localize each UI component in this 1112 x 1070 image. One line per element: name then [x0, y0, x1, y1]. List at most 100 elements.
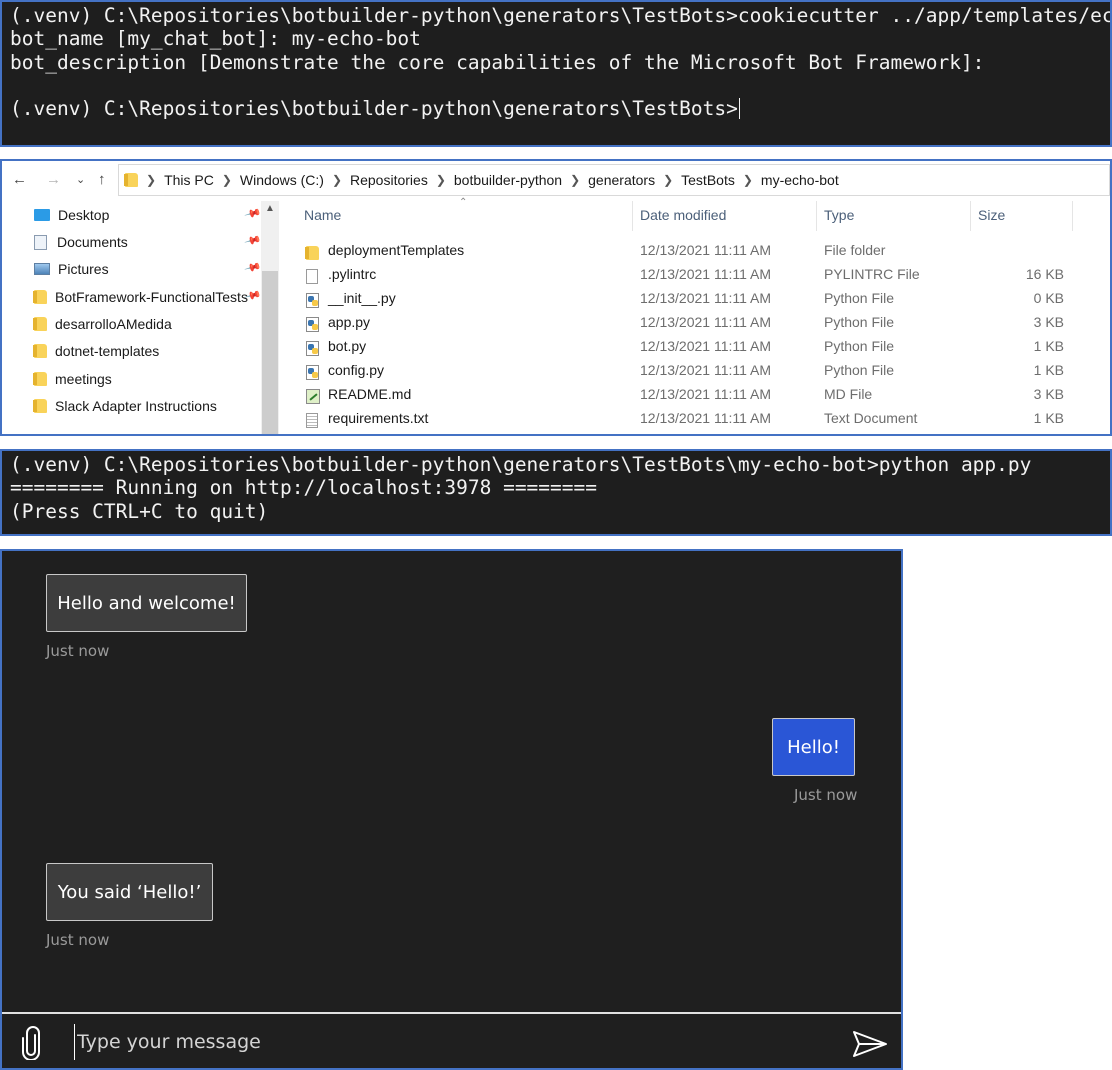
column-header-type[interactable]: Type [824, 207, 854, 223]
chevron-right-icon[interactable]: ❯ [743, 173, 753, 187]
file-name: config.py [328, 362, 385, 378]
file-type: File folder [824, 242, 886, 258]
file-type: Text Document [824, 410, 918, 426]
file-row[interactable]: app.py 12/13/2021 11:11 AM Python File 3… [292, 310, 1072, 334]
breadcrumb-item[interactable]: Windows (C:) [240, 172, 324, 188]
file-list: ⌃ Name Date modified Type Size deploymen… [292, 197, 1110, 434]
file-size: 0 KB [1033, 290, 1064, 306]
file-name: app.py [328, 314, 371, 330]
column-header-size[interactable]: Size [978, 207, 1005, 223]
file-date: 12/13/2021 11:11 AM [640, 362, 772, 378]
file-row[interactable]: README.md 12/13/2021 11:11 AM MD File 3 … [292, 382, 1072, 406]
pin-icon[interactable]: 📌 [244, 231, 262, 249]
send-icon[interactable] [852, 1030, 888, 1058]
nav-item-botframework-functionaltests[interactable]: BotFramework-FunctionalTests [33, 286, 248, 308]
message-text: Hello! [787, 736, 840, 758]
file-date: 12/13/2021 11:11 AM [640, 242, 772, 258]
terminal-python-app[interactable]: (.venv) C:\Repositories\botbuilder-pytho… [0, 449, 1112, 536]
file-date: 12/13/2021 11:11 AM [640, 290, 772, 306]
pin-icon[interactable]: 📌 [244, 204, 262, 222]
file-name: README.md [328, 386, 412, 402]
file-row[interactable]: deploymentTemplates 12/13/2021 11:11 AM … [292, 238, 1072, 262]
address-bar[interactable]: ❯ This PC ❯ Windows (C:) ❯ Repositories … [118, 164, 1110, 196]
terminal-line: (Press CTRL+C to quit) [10, 499, 269, 523]
webchat-window: Hello and welcome! Just now Hello! Just … [0, 549, 903, 1070]
column-divider[interactable] [632, 201, 633, 231]
back-arrow-icon[interactable]: ← [12, 171, 27, 188]
message-text: You said ‘Hello!’ [57, 881, 202, 903]
file-row[interactable]: .pylintrc 12/13/2021 11:11 AM PYLINTRC F… [292, 262, 1072, 286]
nav-item-desktop[interactable]: Desktop [34, 204, 109, 226]
nav-item-label: Desktop [58, 207, 110, 223]
file-type: Python File [824, 290, 895, 306]
file-date: 12/13/2021 11:11 AM [640, 386, 772, 402]
nav-item-dotnet-templates[interactable]: dotnet-templates [33, 340, 159, 362]
file-type: Python File [824, 314, 895, 330]
chevron-right-icon[interactable]: ❯ [332, 173, 342, 187]
terminal-prompt: (.venv) C:\Repositories\botbuilder-pytho… [10, 97, 738, 121]
nav-item-pictures[interactable]: Pictures [34, 258, 109, 280]
chevron-right-icon[interactable]: ❯ [663, 173, 673, 187]
column-divider[interactable] [970, 201, 971, 231]
up-arrow-icon[interactable]: ↑ [98, 171, 106, 188]
nav-item-label: Pictures [58, 261, 109, 277]
file-row[interactable]: bot.py 12/13/2021 11:11 AM Python File 1… [292, 334, 1072, 358]
column-divider[interactable] [1072, 201, 1073, 231]
file-name: bot.py [328, 338, 367, 354]
column-divider[interactable] [816, 201, 817, 231]
file-size: 16 KB [1025, 266, 1064, 282]
nav-item-slack-adapter-instructions[interactable]: Slack Adapter Instructions [33, 395, 217, 417]
terminal-line: bot_description [Demonstrate the core ca… [10, 50, 985, 74]
breadcrumb-item-current[interactable]: my-echo-bot [761, 172, 839, 188]
file-name: __init__.py [328, 290, 396, 306]
terminal-prompt-line: (.venv) C:\Repositories\botbuilder-pytho… [10, 97, 1110, 120]
file-date: 12/13/2021 11:11 AM [640, 314, 772, 330]
paperclip-icon[interactable] [20, 1026, 42, 1060]
terminal-cookiecutter[interactable]: (.venv) C:\Repositories\botbuilder-pytho… [0, 0, 1112, 147]
file-date: 12/13/2021 11:11 AM [640, 410, 772, 426]
file-type: Python File [824, 362, 895, 378]
message-input[interactable] [74, 1024, 814, 1060]
nav-item-documents[interactable]: Documents [34, 231, 128, 253]
file-name: requirements.txt [328, 410, 429, 426]
folder-icon [124, 173, 138, 187]
forward-arrow-icon[interactable]: → [46, 171, 61, 188]
bot-message-bubble: You said ‘Hello!’ [46, 863, 213, 921]
nav-item-desarrolloamedida[interactable]: desarrolloAMedida [33, 313, 172, 335]
breadcrumb-item[interactable]: Repositories [350, 172, 428, 188]
text-cursor [738, 98, 740, 120]
folder-icon [33, 372, 47, 386]
file-size: 3 KB [1033, 386, 1064, 402]
file-row[interactable]: requirements.txt 12/13/2021 11:11 AM Tex… [292, 406, 1072, 430]
chevron-right-icon[interactable]: ❯ [436, 173, 446, 187]
column-header-date[interactable]: Date modified [640, 207, 726, 223]
nav-item-label: desarrolloAMedida [55, 316, 172, 332]
breadcrumb-item[interactable]: TestBots [681, 172, 735, 188]
navigation-pane: Desktop 📌 Documents 📌 Pictures 📌 BotFram… [2, 201, 280, 434]
folder-icon [33, 344, 47, 358]
scrollbar-thumb[interactable] [262, 271, 278, 434]
bot-message-bubble: Hello and welcome! [46, 574, 247, 632]
breadcrumb-item[interactable]: botbuilder-python [454, 172, 562, 188]
breadcrumb-item[interactable]: This PC [164, 172, 214, 188]
scroll-up-arrow-icon[interactable]: ▲ [265, 203, 275, 214]
file-row[interactable]: __init__.py 12/13/2021 11:11 AM Python F… [292, 286, 1072, 310]
column-header-name[interactable]: Name [304, 207, 341, 223]
chevron-down-icon[interactable]: ⌄ [76, 173, 85, 186]
column-headers: ⌃ Name Date modified Type Size [292, 197, 1110, 231]
chevron-right-icon[interactable]: ❯ [570, 173, 580, 187]
chevron-right-icon[interactable]: ❯ [222, 173, 232, 187]
terminal-line: bot_name [my_chat_bot]: my-echo-bot [10, 27, 421, 51]
terminal-line: ======== Running on http://localhost:397… [10, 476, 597, 500]
file-type: PYLINTRC File [824, 266, 920, 282]
file-row[interactable]: config.py 12/13/2021 11:11 AM Python Fil… [292, 358, 1072, 382]
nav-item-meetings[interactable]: meetings [33, 368, 112, 390]
file-name: .pylintrc [328, 266, 377, 282]
file-explorer-window: ← → ⌄ ↑ ❯ This PC ❯ Windows (C:) ❯ Repos… [0, 159, 1112, 436]
folder-icon [33, 290, 47, 304]
breadcrumb-item[interactable]: generators [588, 172, 655, 188]
nav-pane-scrollbar[interactable]: ▲ [261, 201, 279, 434]
message-timestamp: Just now [794, 786, 858, 804]
chevron-right-icon[interactable]: ❯ [146, 173, 156, 187]
pin-icon[interactable]: 📌 [244, 258, 262, 276]
